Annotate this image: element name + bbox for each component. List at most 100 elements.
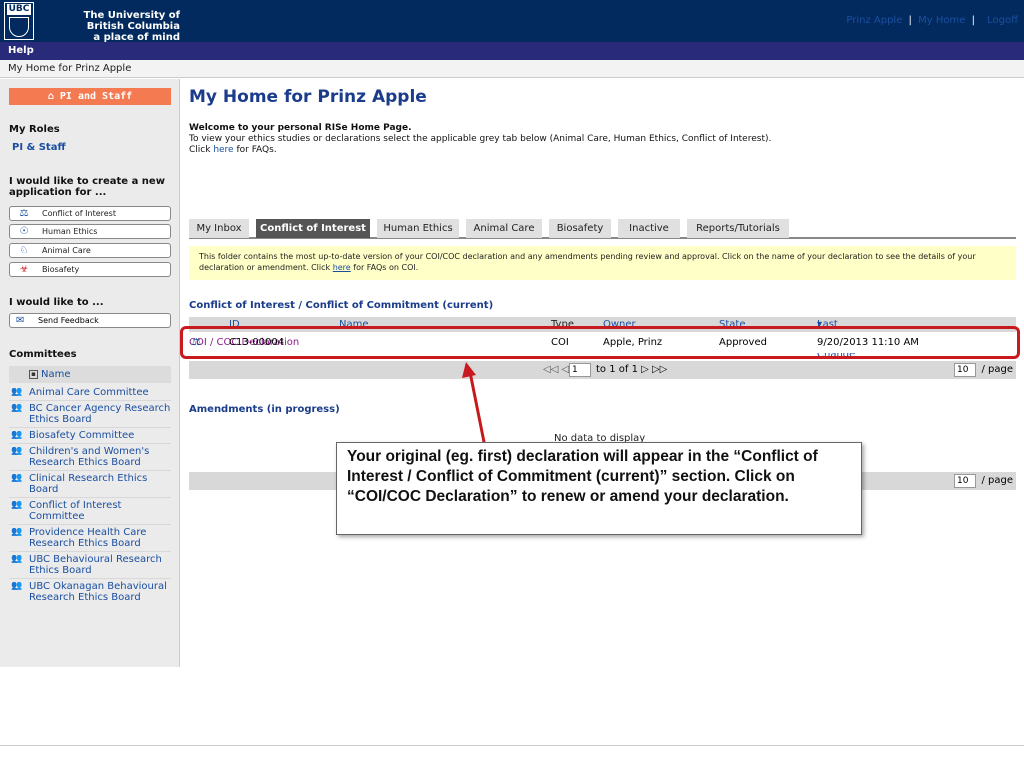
main-content: My Home for Prinz Apple Welcome to your … xyxy=(189,79,1019,667)
committee-item[interactable]: 👥 Providence Health Care Research Ethics … xyxy=(9,525,171,552)
role-link-pi-staff[interactable]: PI & Staff xyxy=(12,142,66,153)
faq-here-link[interactable]: here xyxy=(213,145,233,155)
university-name: The University of British Columbia a pla… xyxy=(46,10,180,43)
committee-item[interactable]: 👥 UBC Behavioural Research Ethics Board xyxy=(9,552,171,579)
faq-tail: for FAQs. xyxy=(233,145,277,155)
welcome-text: Welcome to your personal RISe Home Page.… xyxy=(189,123,1009,156)
page-number-input[interactable]: 1 xyxy=(569,363,591,377)
committee-label: UBC Behavioural Research Ethics Board xyxy=(29,554,162,576)
my-home-link[interactable]: My Home xyxy=(918,15,965,26)
folder-notice: This folder contains the most up-to-date… xyxy=(189,246,1016,280)
scales-icon: ⚖ xyxy=(19,208,29,219)
per-page-label: / page xyxy=(981,475,1013,486)
app-label: Biosafety xyxy=(42,265,80,274)
people-icon: 👥 xyxy=(11,500,23,510)
committee-label: BC Cancer Agency Research Ethics Board xyxy=(29,403,171,425)
committee-label: Conflict of Interest Committee xyxy=(29,500,122,522)
app-label: Animal Care xyxy=(42,246,91,255)
app-label: Conflict of Interest xyxy=(42,209,116,218)
notice-tail: for FAQs on COI. xyxy=(350,263,419,272)
tab-animal-care[interactable]: Animal Care xyxy=(466,219,542,238)
committee-label: Providence Health Care Research Ethics B… xyxy=(29,527,147,549)
shield-icon xyxy=(9,17,29,37)
page-size-input[interactable]: 10 xyxy=(954,474,976,488)
committee-label: Children's and Women's Research Ethics B… xyxy=(29,446,150,468)
instruction-callout: Your original (eg. first) declaration wi… xyxy=(336,442,862,535)
committees-column-header[interactable]: ▪ Name xyxy=(9,366,171,383)
committee-item[interactable]: 👥 UBC Okanagan Behavioural Research Ethic… xyxy=(9,579,171,605)
biohazard-icon: ☣ xyxy=(19,264,29,275)
people-icon: 👥 xyxy=(11,430,23,440)
tab-bar: My Inbox Conflict of Interest Human Ethi… xyxy=(189,218,1016,239)
committee-label: Animal Care Committee xyxy=(29,387,149,398)
help-menu[interactable]: Help xyxy=(8,45,34,56)
committee-item[interactable]: 👥 Conflict of Interest Committee xyxy=(9,498,171,525)
notice-text: This folder contains the most up-to-date… xyxy=(199,252,976,272)
committee-label: Clinical Research Ethics Board xyxy=(29,473,148,495)
pi-staff-label: PI and Staff xyxy=(59,91,133,102)
tab-biosafety[interactable]: Biosafety xyxy=(549,219,611,238)
separator: | xyxy=(971,15,975,26)
people-icon: 👥 xyxy=(11,387,23,397)
tab-my-inbox[interactable]: My Inbox xyxy=(189,219,249,238)
pi-staff-button[interactable]: ⌂ PI and Staff xyxy=(9,88,171,105)
people-icon: 👥 xyxy=(11,403,23,413)
divider xyxy=(0,745,1024,746)
create-conflict-of-interest-button[interactable]: ⚖ Conflict of Interest xyxy=(9,206,171,221)
committees-list: 👥 Animal Care Committee 👥 BC Cancer Agency… xyxy=(9,385,171,605)
committee-item[interactable]: 👥 Biosafety Committee xyxy=(9,428,171,444)
create-human-ethics-button[interactable]: ☉ Human Ethics xyxy=(9,224,171,239)
page-size-input[interactable]: 10 xyxy=(954,363,976,377)
breadcrumb: My Home for Prinz Apple xyxy=(0,60,1024,78)
committee-item[interactable]: 👥 Children's and Women's Research Ethics … xyxy=(9,444,171,471)
sort-icon[interactable]: ▪ xyxy=(29,370,38,379)
user-link[interactable]: Prinz Apple xyxy=(846,15,902,26)
pager: ◁◁ ◁ 1 to 1 of 1 ▷ ▷▷ 10 / page xyxy=(189,361,1016,379)
committee-label: UBC Okanagan Behavioural Research Ethics… xyxy=(29,581,167,603)
click-text: Click xyxy=(189,145,214,155)
like-heading: I would like to ... xyxy=(9,297,104,308)
amendments-section-title: Amendments (in progress) xyxy=(189,404,340,415)
tab-reports-tutorials[interactable]: Reports/Tutorials xyxy=(687,219,789,238)
separator: | xyxy=(908,15,912,26)
create-animal-care-button[interactable]: ♘ Animal Care xyxy=(9,243,171,258)
create-biosafety-button[interactable]: ☣ Biosafety xyxy=(9,262,171,277)
university-line1: The University of British Columbia xyxy=(83,10,180,32)
committee-item[interactable]: 👥 Animal Care Committee xyxy=(9,385,171,401)
logo-text: UBC xyxy=(7,4,31,15)
send-feedback-button[interactable]: ✉ Send Feedback xyxy=(9,313,171,328)
pager-range[interactable]: to 1 of 1 ▷ ▷▷ xyxy=(596,361,667,379)
person-icon: ☉ xyxy=(19,226,29,237)
current-section-title: Conflict of Interest / Conflict of Commi… xyxy=(189,300,494,311)
help-bar: Help xyxy=(0,42,1024,60)
people-icon: 👥 xyxy=(11,527,23,537)
rabbit-icon: ♘ xyxy=(19,245,29,256)
name-column-label: Name xyxy=(41,369,71,380)
people-icon: 👥 xyxy=(11,473,23,483)
committee-label: Biosafety Committee xyxy=(29,430,135,441)
committees-heading: Committees xyxy=(9,349,77,360)
logoff-link[interactable]: Logoff xyxy=(987,15,1018,26)
welcome-faq-line: Click here for FAQs. xyxy=(189,145,1009,156)
envelope-icon: ✉ xyxy=(16,315,25,326)
committee-item[interactable]: 👥 Clinical Research Ethics Board xyxy=(9,471,171,498)
page-title: My Home for Prinz Apple xyxy=(189,87,427,107)
roles-heading: My Roles xyxy=(9,124,60,135)
committee-item[interactable]: 👥 BC Cancer Agency Research Ethics Board xyxy=(9,401,171,428)
app-label: Human Ethics xyxy=(42,227,98,236)
people-icon: 👥 xyxy=(11,554,23,564)
tab-conflict-of-interest[interactable]: Conflict of Interest xyxy=(256,219,370,238)
site-header: UBC The University of British Columbia a… xyxy=(0,0,1024,43)
per-page-label: / page xyxy=(981,364,1013,375)
notice-here-link[interactable]: here xyxy=(333,263,351,272)
people-icon: 👥 xyxy=(11,446,23,456)
row-highlight xyxy=(180,326,1020,359)
feedback-label: Send Feedback xyxy=(38,316,99,325)
top-links: Prinz Apple | My Home | Logoff xyxy=(846,15,1018,26)
welcome-instructions: To view your ethics studies or declarati… xyxy=(189,134,772,144)
sidebar: ⌂ PI and Staff My Roles PI & Staff I wou… xyxy=(0,79,180,667)
ubc-logo[interactable]: UBC xyxy=(4,2,34,40)
tab-human-ethics[interactable]: Human Ethics xyxy=(377,219,459,238)
tab-inactive[interactable]: Inactive xyxy=(618,219,680,238)
pager-nav-prev[interactable]: ◁◁ ◁ xyxy=(543,361,569,379)
